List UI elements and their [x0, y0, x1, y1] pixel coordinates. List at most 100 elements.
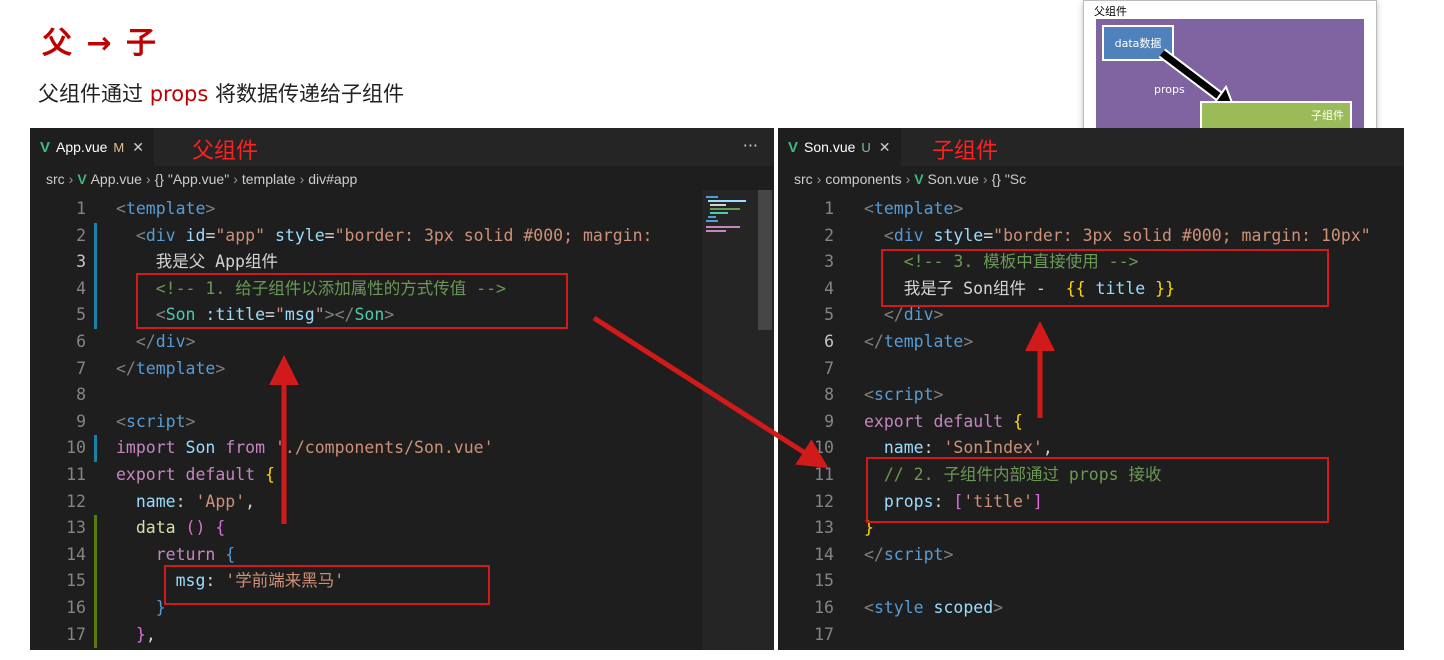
- code-text: import Son from './components/Son.vue': [116, 435, 494, 462]
- code-line[interactable]: 1 <template>: [778, 196, 1404, 223]
- code-line[interactable]: 13 data () {: [30, 515, 774, 542]
- code-line[interactable]: 9 <script>: [30, 409, 774, 436]
- code-line[interactable]: 8: [30, 382, 774, 409]
- breadcrumb-item[interactable]: src: [46, 171, 65, 187]
- more-actions-icon[interactable]: ···: [743, 136, 758, 155]
- breadcrumb-separator: ›: [982, 171, 988, 187]
- close-icon[interactable]: ✕: [132, 139, 144, 156]
- scrollbar-thumb[interactable]: [758, 190, 772, 330]
- line-number: 17: [66, 624, 86, 644]
- code-token: :: [175, 491, 196, 511]
- code-text: <template>: [864, 196, 963, 223]
- code-token: ,: [145, 624, 156, 644]
- line-number: 1: [824, 199, 834, 218]
- close-icon[interactable]: ✕: [879, 139, 891, 156]
- breadcrumb-item[interactable]: src: [794, 171, 813, 187]
- line-number: 4: [824, 278, 834, 298]
- code-line[interactable]: 2 <div id="app" style="border: 3px solid…: [30, 223, 774, 250]
- code-token: script: [883, 544, 944, 564]
- code-token: >: [215, 358, 226, 378]
- line-number: 3: [76, 252, 86, 272]
- code-token: "border: 3px solid #000; margin:: [334, 225, 653, 245]
- line-number: 10: [66, 438, 86, 458]
- annotation-box-props-receive: [866, 457, 1329, 523]
- breadcrumb-item[interactable]: {} "Sc: [992, 171, 1027, 187]
- code-line[interactable]: 9 export default {: [778, 409, 1404, 436]
- code-token: 'SonIndex': [943, 438, 1043, 458]
- line-number: 11: [66, 465, 86, 484]
- breadcrumb-item[interactable]: Son.vue: [928, 171, 979, 187]
- code-line[interactable]: 10 import Son from './components/Son.vue': [30, 435, 774, 462]
- code-text: </script>: [864, 542, 953, 569]
- line-number: 10: [814, 438, 834, 458]
- code-line[interactable]: 14 </script>: [778, 542, 1404, 569]
- tab-son-vue[interactable]: V Son.vue U ✕: [778, 128, 901, 166]
- line-number: 13: [814, 518, 834, 538]
- code-token: div: [155, 332, 186, 351]
- line-number: 9: [824, 411, 834, 431]
- editor-tab-bar: V Son.vue U ✕ 子组件: [778, 128, 1404, 166]
- breadcrumb-item[interactable]: template: [242, 171, 296, 187]
- code-token: >: [963, 332, 974, 351]
- breadcrumb-item[interactable]: {} "App.vue": [155, 171, 230, 187]
- code-line[interactable]: 11 export default {: [30, 462, 774, 489]
- line-number: 15: [66, 571, 86, 591]
- line-number: 11: [814, 465, 834, 484]
- code-token: }: [116, 598, 166, 617]
- line-number: 5: [76, 305, 86, 325]
- code-line[interactable]: 3 我是父 App组件: [30, 249, 774, 276]
- editor-tab-bar: V App.vue M ✕ 父组件 ···: [30, 128, 774, 166]
- code-token: <: [883, 225, 894, 245]
- code-token: Son: [175, 438, 216, 458]
- line-number: 8: [76, 385, 86, 405]
- code-token: {: [215, 544, 236, 564]
- code-line[interactable]: 17: [778, 622, 1404, 649]
- breadcrumb-item[interactable]: components: [825, 171, 901, 187]
- minimap-preview: [706, 196, 746, 232]
- code-token: template: [873, 199, 954, 218]
- line-number: 2: [76, 225, 86, 245]
- code-token: template: [135, 358, 216, 378]
- son-vue-editor: V Son.vue U ✕ 子组件 src › components › V Son.v…: [778, 128, 1404, 650]
- code-line[interactable]: 7: [778, 356, 1404, 383]
- code-token: div: [145, 225, 176, 245]
- subtitle-before: 父组件通过: [38, 82, 150, 106]
- code-line[interactable]: 6 </div>: [30, 329, 774, 356]
- code-line[interactable]: 16 <style scoped>: [778, 595, 1404, 622]
- code-token: >: [205, 199, 216, 218]
- code-text: <script>: [864, 382, 943, 409]
- tab-annotation: 父组件: [192, 139, 259, 164]
- code-token: {: [205, 518, 226, 538]
- code-token: div: [893, 225, 924, 245]
- code-token: div: [903, 305, 934, 325]
- tab-app-vue[interactable]: V App.vue M ✕: [30, 128, 154, 166]
- code-line[interactable]: 1 <template>: [30, 196, 774, 223]
- code-token: export default: [864, 411, 1004, 431]
- code-token: </: [864, 332, 884, 351]
- vue-file-icon: V: [77, 171, 91, 187]
- diagram-title: 父组件: [1094, 5, 1127, 18]
- code-text: data () {: [116, 515, 225, 542]
- code-token: name: [864, 438, 924, 458]
- code-text: <style scoped>: [864, 595, 1003, 622]
- code-line[interactable]: 8 <script>: [778, 382, 1404, 409]
- code-line[interactable]: 2 <div style="border: 3px solid #000; ma…: [778, 223, 1404, 250]
- git-change-marker: [94, 515, 97, 649]
- code-line[interactable]: 17 },: [30, 622, 774, 649]
- code-text: export default {: [864, 409, 1023, 436]
- code-line[interactable]: 12 name: 'App',: [30, 489, 774, 516]
- code-token: scoped: [923, 598, 994, 617]
- code-text: </template>: [116, 356, 225, 383]
- code-token: </: [883, 305, 904, 325]
- code-line[interactable]: 15: [778, 568, 1404, 595]
- code-token: :: [923, 438, 944, 458]
- code-line[interactable]: 6 </template>: [778, 329, 1404, 356]
- breadcrumb-item[interactable]: App.vue: [91, 171, 142, 187]
- code-token: (): [175, 518, 206, 538]
- code-token: </: [135, 332, 156, 351]
- breadcrumb-item[interactable]: div#app: [308, 171, 357, 187]
- code-line[interactable]: 7 </template>: [30, 356, 774, 383]
- vue-file-icon: V: [788, 138, 799, 156]
- line-number: 9: [76, 411, 86, 431]
